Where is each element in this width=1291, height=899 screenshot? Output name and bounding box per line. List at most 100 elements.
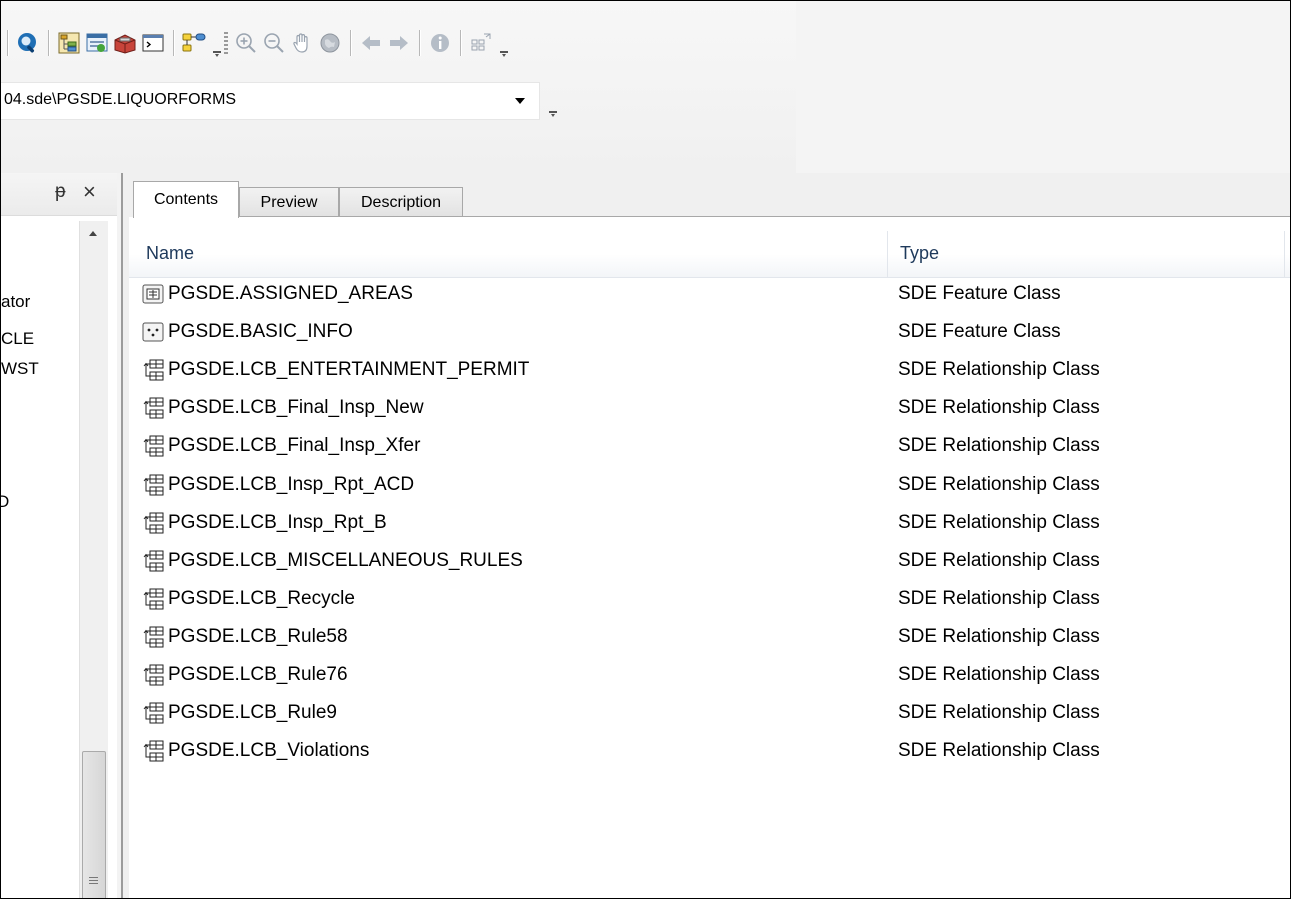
- close-icon[interactable]: ×: [83, 179, 96, 205]
- list-item-name: PGSDE.LCB_Rule58: [168, 626, 348, 647]
- list-item[interactable]: PGSDE.LCB_Violations SDE Relationship Cla…: [129, 734, 1290, 770]
- standard-toolbar: [1, 21, 508, 65]
- polygon-feature-class-icon: [142, 283, 164, 305]
- toolbar-area: 04.sde\PGSDE.LIQUORFORMS: [1, 1, 1290, 173]
- list-item-type: SDE Relationship Class: [898, 435, 1100, 456]
- panel-splitter[interactable]: [121, 173, 123, 898]
- catalog-tree-pane: ᵽ × ator CLE WST D: [1, 173, 117, 898]
- toolbar-separator: [350, 30, 351, 56]
- toolbar-options-grip[interactable]: [497, 29, 508, 57]
- contents-list: Name Type PGSDE.ASSIGNED_AREAS SDE Featur…: [129, 217, 1290, 898]
- location-combo[interactable]: 04.sde\PGSDE.LIQUORFORMS: [1, 82, 540, 120]
- relationship-class-icon: [142, 359, 164, 381]
- column-divider[interactable]: [1284, 231, 1285, 277]
- list-item[interactable]: PGSDE.LCB_Rule58 SDE Relationship Class: [129, 620, 1290, 656]
- list-item[interactable]: PGSDE.ASSIGNED_AREAS SDE Feature Class: [129, 277, 1290, 313]
- list-item-name: PGSDE.LCB_Final_Insp_Xfer: [168, 435, 421, 456]
- toolbar-drag-handle[interactable]: [224, 32, 228, 54]
- list-item-name: PGSDE.LCB_Final_Insp_New: [168, 397, 424, 418]
- catalog-tree-header: ᵽ ×: [1, 173, 117, 216]
- list-item-name: PGSDE.LCB_Violations: [168, 740, 370, 761]
- relationship-class-icon: [142, 588, 164, 610]
- create-thumbnail-icon[interactable]: [467, 27, 495, 59]
- list-item-name: PGSDE.LCB_Recycle: [168, 588, 355, 609]
- relationship-class-icon: [142, 550, 164, 572]
- relationship-class-icon: [142, 435, 164, 457]
- tree-vertical-scrollbar[interactable]: [79, 221, 108, 898]
- arccatalog-window-icon[interactable]: [83, 27, 111, 59]
- list-item-name: PGSDE.BASIC_INFO: [168, 321, 353, 342]
- list-item[interactable]: PGSDE.LCB_Rule76 SDE Relationship Class: [129, 658, 1290, 694]
- back-icon[interactable]: [357, 27, 385, 59]
- catalog-tree-icon[interactable]: [55, 27, 83, 59]
- list-item-name: PGSDE.LCB_MISCELLANEOUS_RULES: [168, 550, 523, 571]
- column-header-type[interactable]: Type: [900, 243, 939, 264]
- scroll-thumb[interactable]: [82, 751, 106, 898]
- location-toolbar-options-grip[interactable]: [546, 89, 557, 117]
- chevron-down-icon[interactable]: [515, 98, 525, 104]
- relationship-class-icon: [142, 626, 164, 648]
- tree-item[interactable]: D: [1, 492, 9, 512]
- list-item[interactable]: PGSDE.BASIC_INFO SDE Feature Class: [129, 315, 1290, 351]
- list-item[interactable]: PGSDE.LCB_Rule9 SDE Relationship Class: [129, 696, 1290, 732]
- tab-contents[interactable]: Contents: [133, 181, 239, 218]
- tree-item[interactable]: WST: [1, 359, 39, 379]
- list-item-type: SDE Relationship Class: [898, 588, 1100, 609]
- list-item[interactable]: PGSDE.LCB_Final_Insp_New SDE Relationship…: [129, 391, 1290, 427]
- list-item-name: PGSDE.ASSIGNED_AREAS: [168, 283, 413, 304]
- scroll-up-icon[interactable]: [89, 231, 97, 236]
- model-builder-icon[interactable]: [180, 27, 208, 59]
- relationship-class-icon: [142, 512, 164, 534]
- toolbar-empty-area: [796, 1, 1290, 173]
- list-item-type: SDE Relationship Class: [898, 740, 1100, 761]
- toolbar-separator: [460, 30, 461, 56]
- pin-icon[interactable]: ᵽ: [55, 181, 66, 203]
- zoom-in-icon[interactable]: [232, 27, 260, 59]
- identify-icon[interactable]: [426, 27, 454, 59]
- point-feature-class-icon: [142, 321, 164, 343]
- tree-item[interactable]: ator: [1, 292, 30, 312]
- relationship-class-icon: [142, 664, 164, 686]
- forward-icon[interactable]: [385, 27, 413, 59]
- column-divider[interactable]: [887, 231, 888, 277]
- list-item-type: SDE Relationship Class: [898, 512, 1100, 533]
- tab-description[interactable]: Description: [339, 187, 463, 217]
- list-item-type: SDE Feature Class: [898, 283, 1061, 304]
- pan-icon[interactable]: [288, 27, 316, 59]
- column-header-row: Name Type: [129, 231, 1290, 278]
- python-window-icon[interactable]: [139, 27, 167, 59]
- list-item-type: SDE Relationship Class: [898, 474, 1100, 495]
- toolbar-options-grip[interactable]: [210, 29, 221, 57]
- list-item[interactable]: PGSDE.LCB_MISCELLANEOUS_RULES SDE Relatio…: [129, 544, 1290, 580]
- list-item[interactable]: PGSDE.LCB_ENTERTAINMENT_PERMIT SDE Relati…: [129, 353, 1290, 389]
- tree-item[interactable]: CLE: [1, 329, 34, 349]
- column-header-name[interactable]: Name: [146, 243, 194, 264]
- list-item-type: SDE Relationship Class: [898, 702, 1100, 723]
- full-extent-icon[interactable]: [316, 27, 344, 59]
- toolbar-separator: [419, 30, 420, 56]
- search-window-icon[interactable]: [14, 27, 42, 59]
- content-panel: Contents Preview Description Name Type P…: [121, 173, 1290, 898]
- relationship-class-icon: [142, 474, 164, 496]
- toolbar-separator: [48, 30, 49, 56]
- list-item[interactable]: PGSDE.LCB_Insp_Rpt_ACD SDE Relationship C…: [129, 468, 1290, 504]
- relationship-class-icon: [142, 702, 164, 724]
- arctoolbox-icon[interactable]: [111, 27, 139, 59]
- list-item-type: SDE Relationship Class: [898, 359, 1100, 380]
- list-item-type: SDE Relationship Class: [898, 626, 1100, 647]
- list-item-name: PGSDE.LCB_Rule9: [168, 702, 337, 723]
- list-item-type: SDE Relationship Class: [898, 397, 1100, 418]
- list-item-type: SDE Feature Class: [898, 321, 1061, 342]
- scroll-grip-icon: [89, 877, 98, 884]
- list-item-name: PGSDE.LCB_Insp_Rpt_ACD: [168, 474, 415, 495]
- toolbar-separator: [7, 30, 8, 56]
- tab-strip: Contents Preview Description: [133, 181, 1290, 218]
- tab-preview[interactable]: Preview: [239, 187, 339, 217]
- relationship-class-icon: [142, 740, 164, 762]
- location-path-text: 04.sde\PGSDE.LIQUORFORMS: [4, 91, 237, 108]
- list-item[interactable]: PGSDE.LCB_Final_Insp_Xfer SDE Relationshi…: [129, 429, 1290, 465]
- list-item[interactable]: PGSDE.LCB_Insp_Rpt_B SDE Relationship Cla…: [129, 506, 1290, 542]
- zoom-out-icon[interactable]: [260, 27, 288, 59]
- list-item[interactable]: PGSDE.LCB_Recycle SDE Relationship Class: [129, 582, 1290, 618]
- list-item-name: PGSDE.LCB_ENTERTAINMENT_PERMIT: [168, 359, 530, 380]
